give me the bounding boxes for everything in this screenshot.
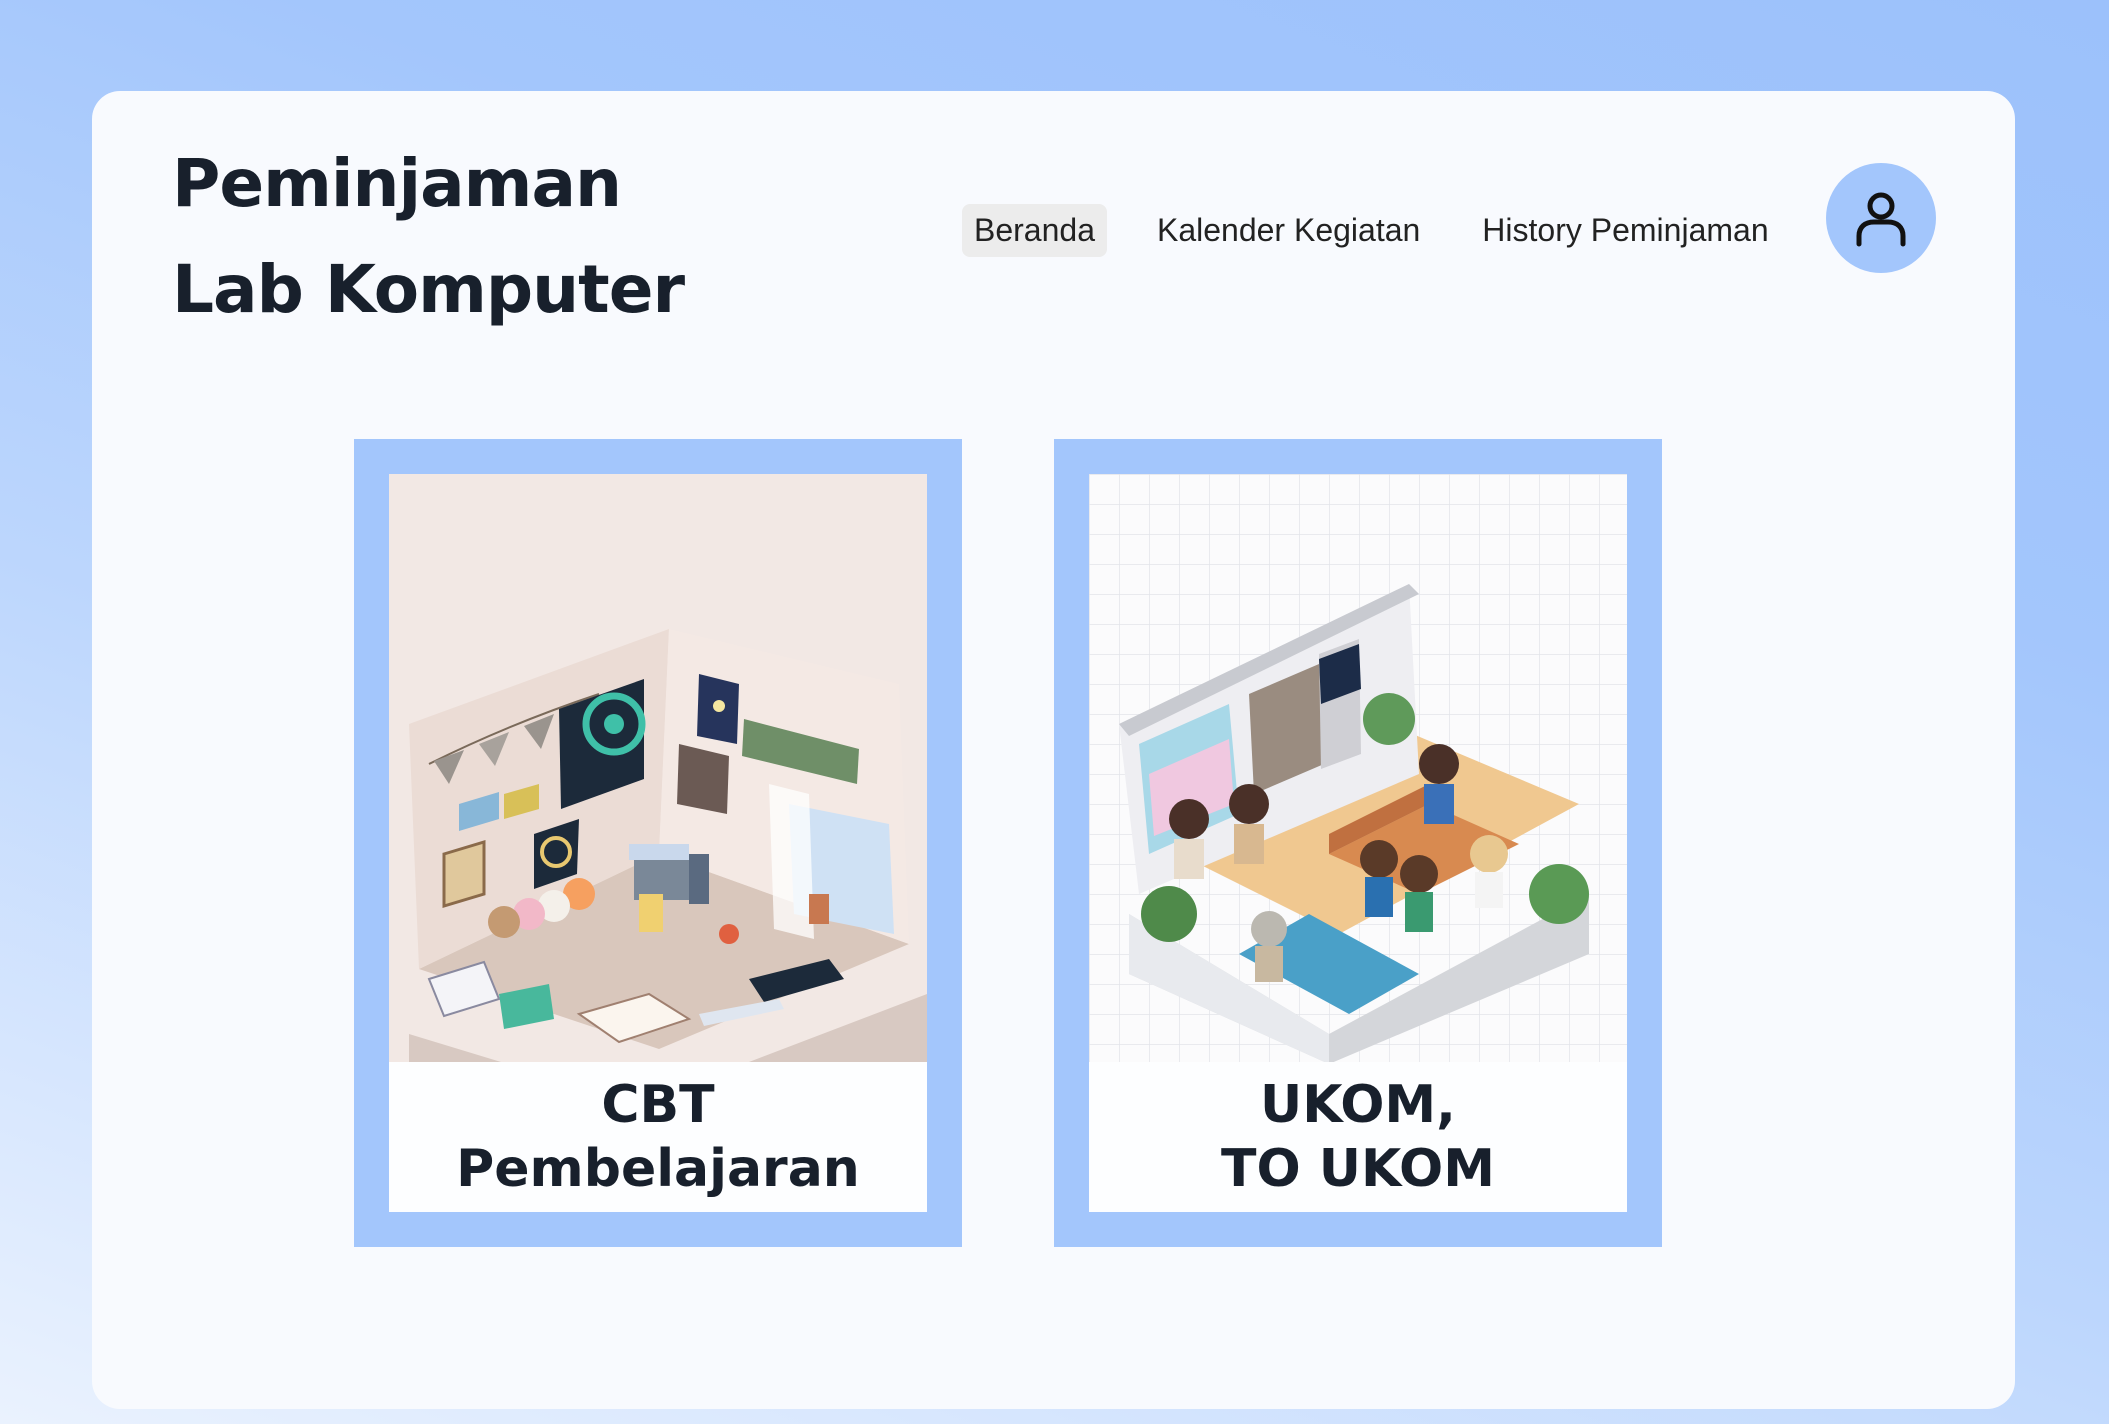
card-content: CBT Pembelajaran: [389, 474, 927, 1212]
nav-item-history-peminjaman[interactable]: History Peminjaman: [1470, 204, 1780, 257]
app-title: Peminjaman Lab Komputer: [172, 131, 685, 343]
card-title-line2: Pembelajaran: [456, 1139, 860, 1199]
app-title-line2: Lab Komputer: [172, 251, 685, 328]
nav-item-kalender-kegiatan[interactable]: Kalender Kegiatan: [1145, 204, 1432, 257]
pixel-house-illustration: [1089, 474, 1627, 1062]
card-title: CBT Pembelajaran: [389, 1062, 927, 1212]
card-title-line1: CBT: [601, 1075, 715, 1135]
user-avatar-button[interactable]: [1826, 163, 1936, 273]
card-title-line1: UKOM,: [1260, 1075, 1456, 1135]
room-illustration: [389, 474, 927, 1062]
top-nav: Beranda Kalender Kegiatan History Peminj…: [962, 204, 1781, 257]
card-ukom[interactable]: UKOM, TO UKOM: [1054, 439, 1662, 1247]
card-cbt-pembelajaran[interactable]: CBT Pembelajaran: [354, 439, 962, 1247]
user-icon: [1856, 192, 1906, 247]
card-content: UKOM, TO UKOM: [1089, 474, 1627, 1212]
card-title-line2: TO UKOM: [1221, 1139, 1495, 1199]
card-title: UKOM, TO UKOM: [1089, 1062, 1627, 1212]
main-panel: Peminjaman Lab Komputer Beranda Kalender…: [92, 91, 2015, 1409]
nav-item-beranda[interactable]: Beranda: [962, 204, 1107, 257]
app-title-line1: Peminjaman: [172, 145, 622, 222]
